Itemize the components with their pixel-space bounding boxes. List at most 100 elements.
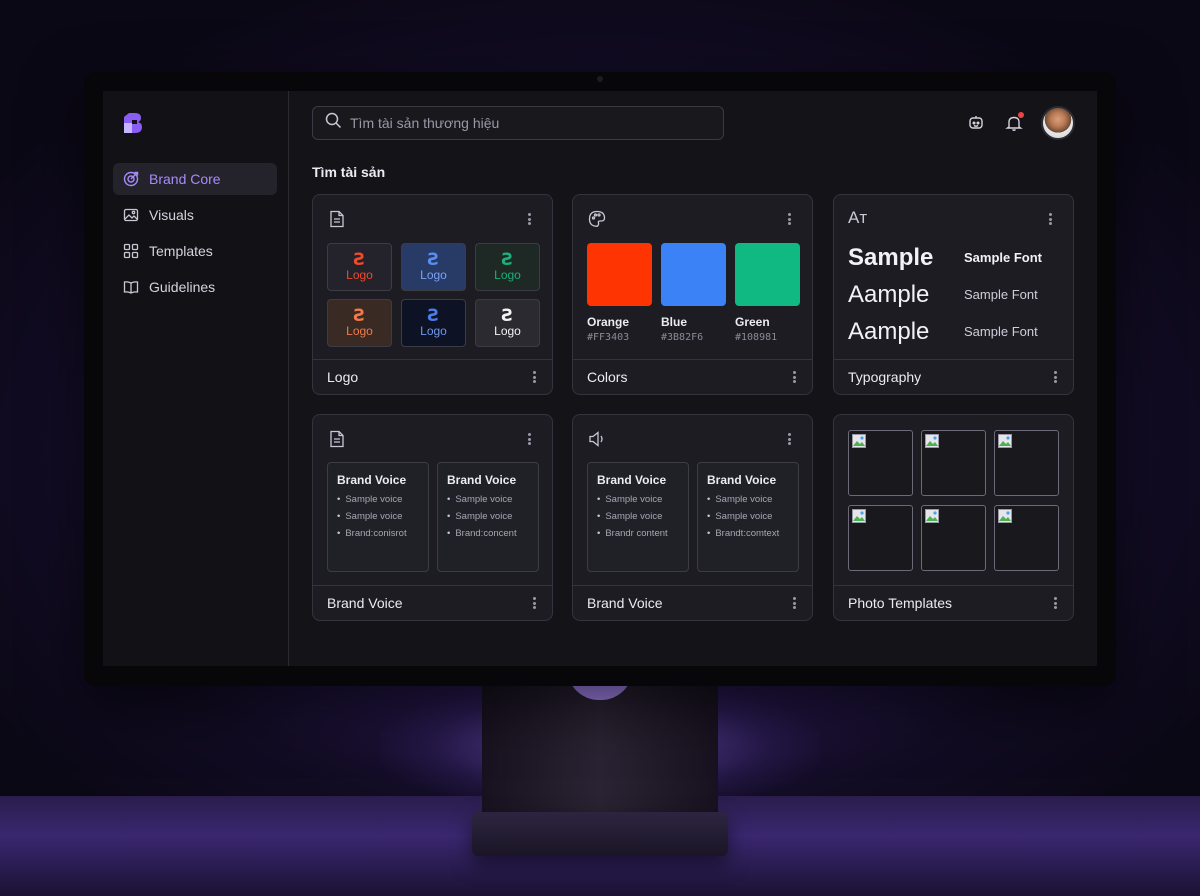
camera: [597, 76, 603, 82]
voice-item: Brand:concent: [447, 528, 529, 539]
logo-tile-label: Logo: [494, 267, 521, 282]
voice-item: Sample voice: [337, 511, 419, 522]
color-hex: #FF3403: [587, 332, 630, 343]
more-options-icon[interactable]: [793, 371, 796, 383]
voice-item: Sample voice: [597, 511, 679, 522]
voice-panel[interactable]: Brand Voice Sample voice Sample voice Br…: [697, 462, 799, 572]
brand-voice-card[interactable]: Brand Voice Sample voice Sample voice Br…: [572, 414, 813, 621]
color-chip: [587, 243, 652, 306]
logo-tile[interactable]: Ƨ Logo: [401, 299, 466, 347]
more-options-icon[interactable]: [533, 371, 536, 383]
sidebar-item-label: Visuals: [149, 207, 194, 223]
app-logo-icon[interactable]: [121, 111, 145, 135]
voice-panel-title: Brand Voice: [707, 473, 777, 487]
color-chip: [661, 243, 726, 306]
font-icon: Aт: [848, 208, 868, 227]
typography-sample-small: Sample Font: [964, 324, 1038, 339]
color-swatch[interactable]: Green #108981: [735, 243, 800, 343]
sidebar-item-visuals[interactable]: Visuals: [113, 199, 277, 231]
more-options-icon[interactable]: [1043, 211, 1057, 227]
target-icon: [123, 171, 139, 187]
sidebar: Brand Core Visuals Templates Guidelines: [103, 91, 289, 666]
voice-item: Sample voice: [707, 511, 789, 522]
logo-mark-icon: Ƨ: [427, 305, 440, 326]
sidebar-item-label: Guidelines: [149, 279, 216, 295]
typography-sample-small: Sample Font: [964, 250, 1043, 265]
sidebar-item-label: Templates: [149, 243, 213, 259]
photo-templates-card[interactable]: Photo Templates: [833, 414, 1074, 621]
logo-tile[interactable]: Ƨ Logo: [401, 243, 466, 291]
typography-sample-large: Sample: [848, 243, 934, 271]
card-footer: Typography: [834, 359, 1073, 394]
more-options-icon[interactable]: [1054, 371, 1057, 383]
voice-panel-title: Brand Voice: [337, 473, 407, 487]
voice-panel[interactable]: Brand Voice Sample voice Sample voice Br…: [437, 462, 539, 572]
typography-card[interactable]: Aт Sample Sample Font Aample Sample Font…: [833, 194, 1074, 395]
more-options-icon[interactable]: [782, 431, 796, 447]
avatar[interactable]: [1041, 106, 1075, 140]
sidebar-item-brand-core[interactable]: Brand Core: [113, 163, 277, 195]
logo-card[interactable]: Ƨ Logo Ƨ Logo Ƨ Logo Ƨ Logo Ƨ Logo Ƨ Log…: [312, 194, 553, 395]
card-title: Colors: [587, 369, 628, 385]
more-options-icon[interactable]: [793, 597, 796, 609]
color-swatch[interactable]: Blue #3B82F6: [661, 243, 726, 343]
broken-image-icon: [925, 434, 939, 448]
search-input[interactable]: [350, 115, 710, 131]
photo-tile[interactable]: [994, 505, 1059, 571]
card-footer: Brand Voice: [573, 585, 812, 620]
voice-panels: Brand Voice Sample voice Sample voice Br…: [587, 462, 807, 572]
more-options-icon[interactable]: [533, 597, 536, 609]
logo-tile[interactable]: Ƨ Logo: [327, 299, 392, 347]
logo-tile-label: Logo: [346, 267, 373, 282]
document-icon: [328, 430, 346, 448]
logo-tile-label: Logo: [346, 323, 373, 338]
bot-icon[interactable]: [965, 112, 987, 134]
app-window: Brand Core Visuals Templates Guidelines …: [103, 91, 1097, 666]
logo-mark-icon: Ƨ: [427, 249, 440, 270]
more-options-icon[interactable]: [522, 211, 536, 227]
voice-panel[interactable]: Brand Voice Sample voice Sample voice Br…: [327, 462, 429, 572]
colors-card[interactable]: Orange #FF3403 Blue #3B82F6 Green #10898…: [572, 194, 813, 395]
voice-panel-title: Brand Voice: [447, 473, 517, 487]
sidebar-item-templates[interactable]: Templates: [113, 235, 277, 267]
broken-image-icon: [998, 434, 1012, 448]
more-options-icon[interactable]: [1054, 597, 1057, 609]
color-hex: #108981: [735, 332, 778, 343]
bell-icon[interactable]: [1003, 112, 1025, 134]
card-footer: Photo Templates: [834, 585, 1073, 620]
sidebar-item-guidelines[interactable]: Guidelines: [113, 271, 277, 303]
speaker-icon: [588, 430, 606, 448]
monitor-base: [472, 812, 728, 856]
brand-voice-card[interactable]: Brand Voice Sample voice Sample voice Br…: [312, 414, 553, 621]
logo-tile-label: Logo: [420, 323, 447, 338]
grid-icon: [123, 243, 139, 259]
photo-tile[interactable]: [921, 430, 986, 496]
notification-badge: [1018, 112, 1024, 118]
color-swatch[interactable]: Orange #FF3403: [587, 243, 652, 343]
voice-panel[interactable]: Brand Voice Sample voice Sample voice Br…: [587, 462, 689, 572]
more-options-icon[interactable]: [782, 211, 796, 227]
document-icon: [328, 210, 346, 228]
card-title: Photo Templates: [848, 595, 953, 611]
color-hex: #3B82F6: [661, 332, 704, 343]
sidebar-item-label: Brand Core: [149, 171, 221, 187]
palette-icon: [588, 210, 606, 228]
voice-item: Sample voice: [447, 511, 529, 522]
more-options-icon[interactable]: [522, 431, 536, 447]
section-title: Tìm tài sản: [312, 164, 386, 180]
photo-tile[interactable]: [848, 505, 913, 571]
typography-row: Aample Sample Font: [848, 313, 1060, 350]
logo-tile-label: Logo: [494, 323, 521, 338]
voice-item: Sample voice: [337, 494, 419, 505]
typography-samples: Sample Sample Font Aample Sample Font Aa…: [848, 239, 1060, 350]
photo-tile[interactable]: [921, 505, 986, 571]
logo-variants: Ƨ Logo Ƨ Logo Ƨ Logo Ƨ Logo Ƨ Logo Ƨ Log…: [327, 243, 540, 347]
sidebar-nav: Brand Core Visuals Templates Guidelines: [113, 163, 277, 307]
logo-tile[interactable]: Ƨ Logo: [475, 299, 540, 347]
logo-tile[interactable]: Ƨ Logo: [475, 243, 540, 291]
logo-tile[interactable]: Ƨ Logo: [327, 243, 392, 291]
search-bar[interactable]: [312, 106, 724, 140]
card-footer: Colors: [573, 359, 812, 394]
photo-tile[interactable]: [994, 430, 1059, 496]
photo-tile[interactable]: [848, 430, 913, 496]
